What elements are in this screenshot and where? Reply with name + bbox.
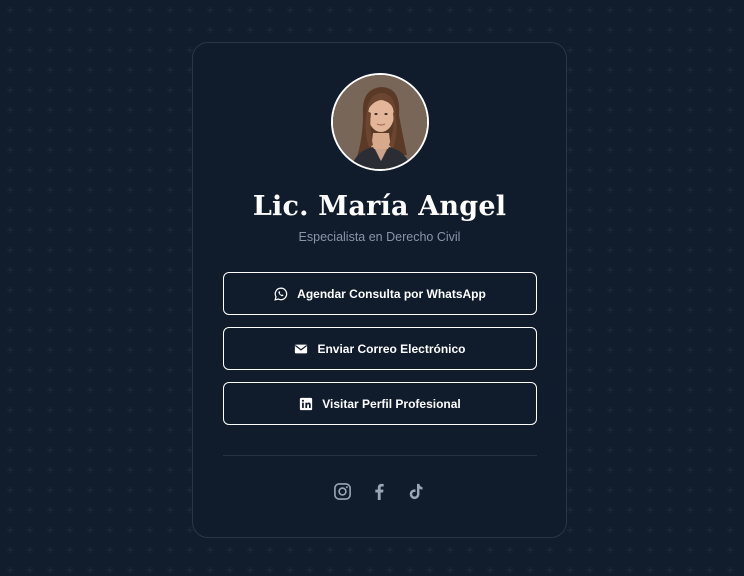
linkedin-button[interactable]: Visitar Perfil Profesional [223,382,537,425]
profile-title: Especialista en Derecho Civil [298,230,461,244]
facebook-icon[interactable] [370,482,389,501]
whatsapp-button-label: Agendar Consulta por WhatsApp [297,286,486,301]
email-button-label: Enviar Correo Electrónico [317,341,466,356]
linkedin-button-label: Visitar Perfil Profesional [322,396,461,411]
profile-name: Lic. María Angel [252,191,507,222]
instagram-icon[interactable] [333,482,352,501]
profile-avatar [331,73,429,171]
whatsapp-icon [274,287,288,301]
envelope-icon [294,342,308,356]
email-button[interactable]: Enviar Correo Electrónico [223,327,537,370]
social-links [193,482,566,501]
profile-card: Lic. María Angel Especialista en Derecho… [192,42,567,538]
divider [223,455,537,456]
whatsapp-button[interactable]: Agendar Consulta por WhatsApp [223,272,537,315]
linkedin-icon [299,397,313,411]
tiktok-icon[interactable] [407,482,426,501]
